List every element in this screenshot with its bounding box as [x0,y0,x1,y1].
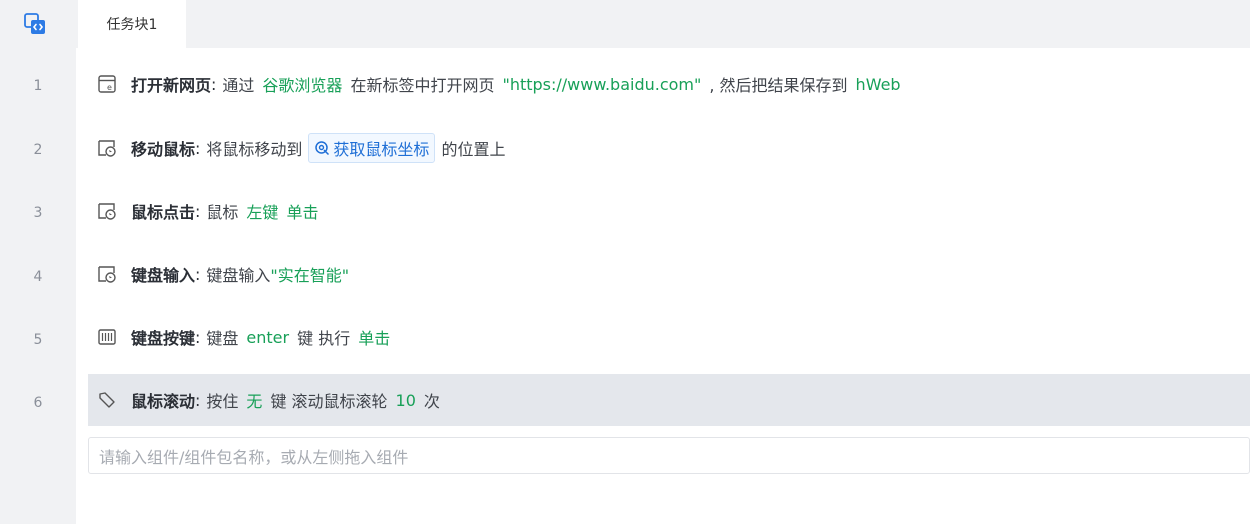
tab-label: 任务块1 [106,17,158,33]
param-url[interactable]: "https://www.baidu.com" [502,75,701,94]
param-key[interactable]: enter [246,328,289,347]
step-text: 鼠标 [206,203,239,222]
step-text: 的位置上 [441,140,506,159]
step-title: 键盘输入 [131,266,196,285]
line-number: 6 [33,395,43,411]
scroll-icon [96,389,118,411]
step-text: 键盘输入 [206,266,271,285]
step-colon: : [195,138,201,158]
param-input-text[interactable]: "实在智能" [270,262,349,286]
param-modifier-key[interactable]: 无 [246,388,262,412]
mouse-icon [96,200,118,222]
param-click-type[interactable]: 单击 [286,199,318,223]
step-row-move-mouse[interactable]: 移动鼠标: 将鼠标移动到 获取鼠标坐标 的位置上 [88,122,1250,174]
mouse-icon [96,137,118,159]
step-row-keyboard-input[interactable]: 键盘输入: 键盘输入 "实在智能" [88,248,1250,300]
step-title: 移动鼠标 [131,140,196,159]
step-colon: : [195,327,201,347]
step-text: 通过 [222,76,255,95]
step-colon: : [195,390,201,410]
line-number-gutter: 1 2 3 4 5 6 [0,48,76,524]
add-component-placeholder: 请输入组件/组件包名称，或从左侧拖入组件 [99,447,409,467]
step-row-open-webpage[interactable]: e 打开新网页: 通过 谷歌浏览器 在新标签中打开网页 "https://www… [88,58,1250,110]
add-component-input[interactable]: 请输入组件/组件包名称，或从左侧拖入组件 [88,437,1250,474]
param-browser[interactable]: 谷歌浏览器 [262,72,342,96]
step-text: 按住 [206,392,239,411]
keyboard-icon [96,326,118,348]
step-title: 鼠标滚动 [131,392,196,411]
target-icon [314,140,330,156]
step-text: , 然后把结果保存到 [709,76,848,95]
flow-editor-icon[interactable] [23,12,47,36]
step-row-keyboard-key[interactable]: 键盘按键: 键盘 enter 键 执行 单击 [88,311,1250,363]
chip-label: 获取鼠标坐标 [333,140,430,159]
param-key-action[interactable]: 单击 [358,325,390,349]
step-text: 键 滚动鼠标滚轮 [270,392,388,411]
tab-task-block[interactable]: 任务块1 [78,0,186,48]
line-number: 1 [33,78,43,94]
step-colon: : [211,74,217,94]
step-text: 次 [423,392,440,411]
step-text: 键盘 [206,329,239,348]
param-mouse-button[interactable]: 左键 [246,199,278,223]
tab-bar: 任务块1 [0,0,1250,48]
step-text: 将鼠标移动到 [206,140,303,159]
step-colon: : [195,264,201,284]
svg-text:e: e [107,83,112,92]
line-number: 2 [33,142,43,158]
flow-editor: e 打开新网页: 通过 谷歌浏览器 在新标签中打开网页 "https://www… [76,48,1250,524]
param-mouse-position-chip[interactable]: 获取鼠标坐标 [308,133,436,163]
app-window: 任务块1 1 2 3 4 5 6 e 打开新网页: 通过 谷歌浏览器 在新标签中… [0,0,1250,524]
param-scroll-count[interactable]: 10 [396,391,416,410]
step-title: 鼠标点击 [131,203,196,222]
line-number: 5 [33,332,43,348]
browser-icon: e [96,73,118,95]
mouse-icon [96,263,118,285]
param-output-var[interactable]: hWeb [856,75,901,94]
step-title: 打开新网页 [131,76,212,95]
step-row-mouse-scroll[interactable]: 鼠标滚动: 按住 无 键 滚动鼠标滚轮 10 次 [88,374,1250,426]
step-text: 键 执行 [297,329,351,348]
line-number: 3 [33,205,43,221]
step-colon: : [195,201,201,221]
line-number: 4 [33,269,43,285]
step-text: 在新标签中打开网页 [350,76,495,95]
step-title: 键盘按键 [131,329,196,348]
step-row-mouse-click[interactable]: 鼠标点击: 鼠标 左键 单击 [88,185,1250,237]
